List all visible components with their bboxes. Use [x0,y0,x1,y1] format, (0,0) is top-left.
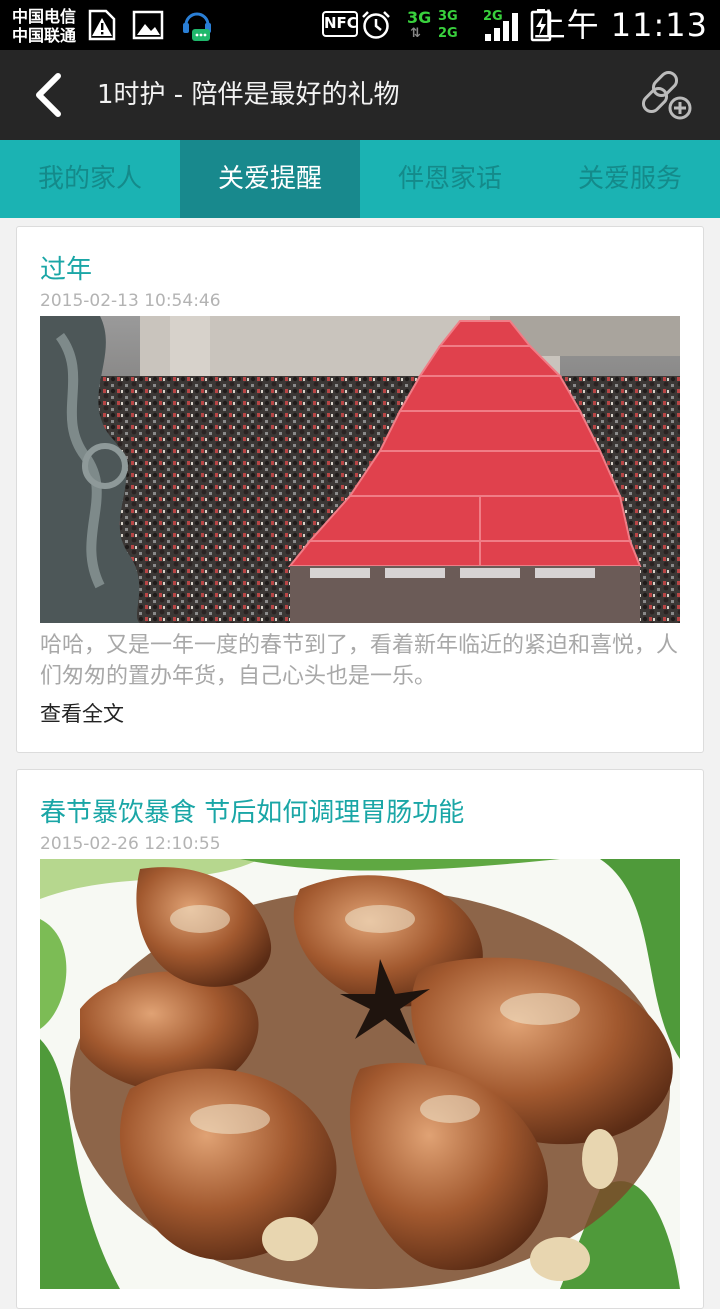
article-title[interactable]: 过年 [40,253,92,287]
alarm-icon [362,11,390,39]
tab-bar: 我的家人 关爱提醒 伴恩家话 关爱服务 [0,140,720,218]
network-2g-small: 2G [438,26,458,41]
tab-my-family[interactable]: 我的家人 [0,140,180,218]
article-card[interactable]: 过年 2015-02-13 10:54:46 哈哈，又是一年一度的春节到了，看着… [16,226,704,753]
network-arrows: ⇅ [410,26,421,41]
article-title[interactable]: 春节暴饮暴食 节后如何调理胃肠功能 [40,796,464,830]
clock: 上午 11:13 [533,6,708,44]
article-card[interactable]: 春节暴饮暴食 节后如何调理胃肠功能 2015-02-26 12:10:55 [16,769,704,1309]
app-header: 1时护 - 陪伴是最好的礼物 [0,50,720,140]
pork-trotters-image [40,859,680,1289]
nfc-icon: NFC [322,11,358,37]
article-date: 2015-02-13 10:54:46 [40,291,221,311]
article-image[interactable] [40,316,680,623]
market-crowd-image [40,316,680,623]
network-3g-label: 3G [407,8,432,27]
network-3g-small: 3G [438,9,458,24]
chat-notification-icon [183,12,211,41]
tab-care-reminders[interactable]: 关爱提醒 [180,140,360,218]
article-date: 2015-02-26 12:10:55 [40,834,221,854]
carrier-2: 中国联通 [12,26,77,45]
sim-warning-icon [88,9,116,41]
signal-icon [485,13,518,41]
page-title: 1时护 - 陪伴是最好的礼物 [97,80,400,110]
image-icon [132,10,164,40]
article-image[interactable] [40,859,680,1289]
carrier-names: 中国电信 中国联通 [12,7,76,45]
article-description: 哈哈，又是一年一度的春节到了，看着新年临近的紧迫和喜悦，人们匆匆的置办年货，自己… [40,633,679,689]
tab-care-services[interactable]: 关爱服务 [540,140,720,218]
link-add-icon[interactable] [640,68,696,124]
carrier-1: 中国电信 [12,7,77,26]
status-bar: 中国电信 中国联通 NFC 3G ⇅ 3G 2G 2G 上午 11:13 [0,0,720,50]
back-arrow-icon[interactable] [30,72,66,118]
tab-family-talk[interactable]: 伴恩家话 [360,140,540,218]
read-more-link[interactable]: 查看全文 [40,700,124,728]
